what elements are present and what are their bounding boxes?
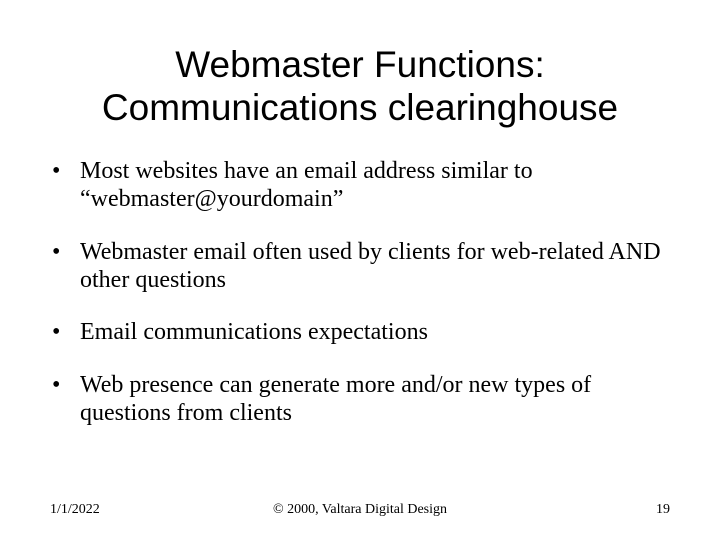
list-item: • Webmaster email often used by clients … (50, 238, 670, 295)
bullet-icon: • (50, 318, 80, 346)
bullet-text: Web presence can generate more and/or ne… (80, 371, 670, 428)
title-line-2: Communications clearinghouse (102, 87, 618, 128)
bullet-text: Webmaster email often used by clients fo… (80, 238, 670, 295)
footer-copyright: © 2000, Valtara Digital Design (0, 502, 720, 518)
slide-body: • Most websites have an email address si… (0, 129, 720, 427)
bullet-icon: • (50, 238, 80, 295)
slide-title: Webmaster Functions: Communications clea… (0, 0, 720, 129)
slide-footer: 1/1/2022 © 2000, Valtara Digital Design … (0, 502, 720, 518)
slide: Webmaster Functions: Communications clea… (0, 0, 720, 540)
list-item: • Email communications expectations (50, 318, 670, 346)
list-item: • Web presence can generate more and/or … (50, 371, 670, 428)
list-item: • Most websites have an email address si… (50, 157, 670, 214)
title-line-1: Webmaster Functions: (175, 44, 544, 85)
bullet-icon: • (50, 371, 80, 428)
bullet-text: Most websites have an email address simi… (80, 157, 670, 214)
bullet-icon: • (50, 157, 80, 214)
bullet-text: Email communications expectations (80, 318, 670, 346)
